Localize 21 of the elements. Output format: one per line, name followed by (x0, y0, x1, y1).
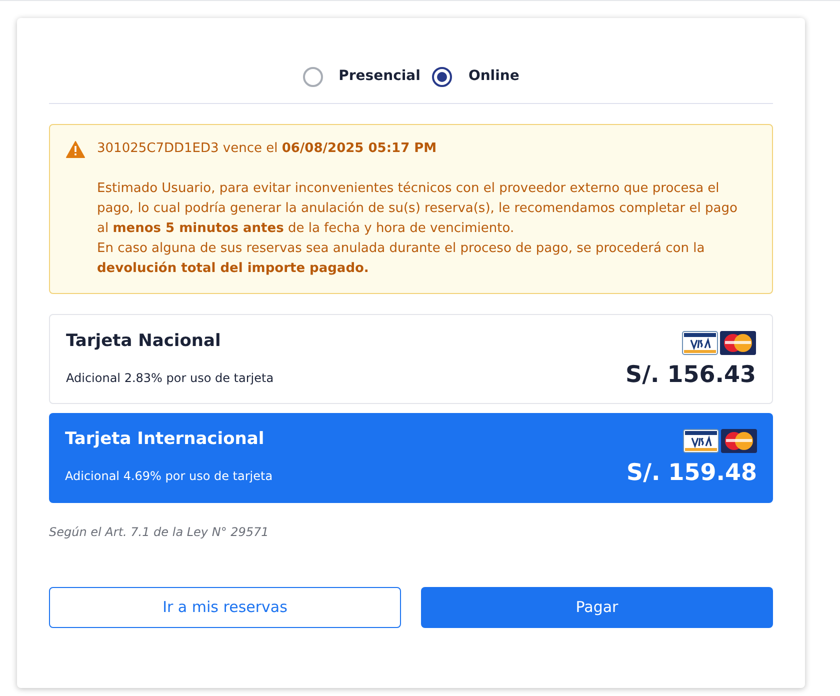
option-title: Tarjeta Nacional (66, 330, 222, 353)
option-amount: S/. 156.43 (626, 361, 756, 390)
warning-icon (66, 140, 85, 158)
mode-radio[interactable]: Presencial (302, 66, 420, 87)
option-note: Adicional 4.69% por uso de tarjeta (65, 468, 273, 484)
option-amount: S/. 159.48 (626, 459, 757, 488)
visa-card-icon (683, 429, 719, 453)
mastercard-icon (721, 429, 757, 453)
mode-radio[interactable]: Online (432, 66, 520, 87)
warning-paragraph: En caso alguna de sus reservas sea anulada durante el proceso de pago, se procederá con la devolución total del importe pagado. (97, 240, 706, 278)
option-note: Adicional 2.83% por uso de tarjeta (66, 370, 274, 386)
visa-card-icon (682, 331, 718, 355)
option-title: Tarjeta Internacional (65, 428, 266, 451)
card-option[interactable]: Tarjeta Nacional Adicional 2.83% por uso de tarjeta S/. 156.43 (49, 314, 773, 404)
expiry-text: 301025C7DD1ED3 vence el 06/08/2025 05:17 PM (97, 140, 437, 158)
mastercard-icon (720, 331, 756, 355)
card-option[interactable]: Tarjeta Internacional Adicional 4.69% por uso de tarjeta S/. 159.48 (49, 413, 773, 503)
legal-note: Según el Art. 7.1 de la Ley N° 29571 (49, 524, 270, 541)
reservations-button[interactable]: Ir a mis reservas (49, 587, 401, 628)
pay-button[interactable]: Pagar (421, 587, 773, 628)
warning-paragraph: Estimado Usuario, para evitar inconvenientes técnicos con el proveedor externo que procesa el pago, lo cual podría generar la anulación de su(s) reserva(s), le recomendamos completar el pago al menos 5 minutos antes de la fecha y hora de vencimiento. (97, 180, 738, 238)
